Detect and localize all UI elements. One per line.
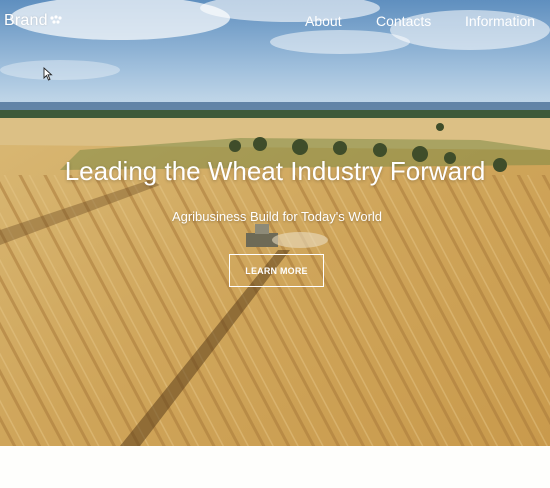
- top-nav: Brand About Contacts Information: [0, 0, 550, 42]
- brand-logo[interactable]: Brand: [4, 12, 63, 30]
- brand-name: Brand: [4, 12, 48, 29]
- nav-link-contacts[interactable]: Contacts: [376, 13, 431, 29]
- hero-subtitle: Agribusiness Build for Today's World: [171, 209, 383, 224]
- mouse-pointer-icon: [43, 67, 53, 81]
- learn-more-button[interactable]: LEARN MORE: [229, 254, 324, 287]
- page-below-hero: [0, 446, 550, 488]
- nav-link-information[interactable]: Information: [465, 13, 535, 29]
- hero-title: Leading the Wheat Industry Forward: [64, 156, 486, 186]
- brand-logo-icon: [50, 15, 62, 24]
- nav-link-about[interactable]: About: [305, 13, 342, 29]
- hero-section: Brand About Contacts Information Leading…: [0, 0, 550, 446]
